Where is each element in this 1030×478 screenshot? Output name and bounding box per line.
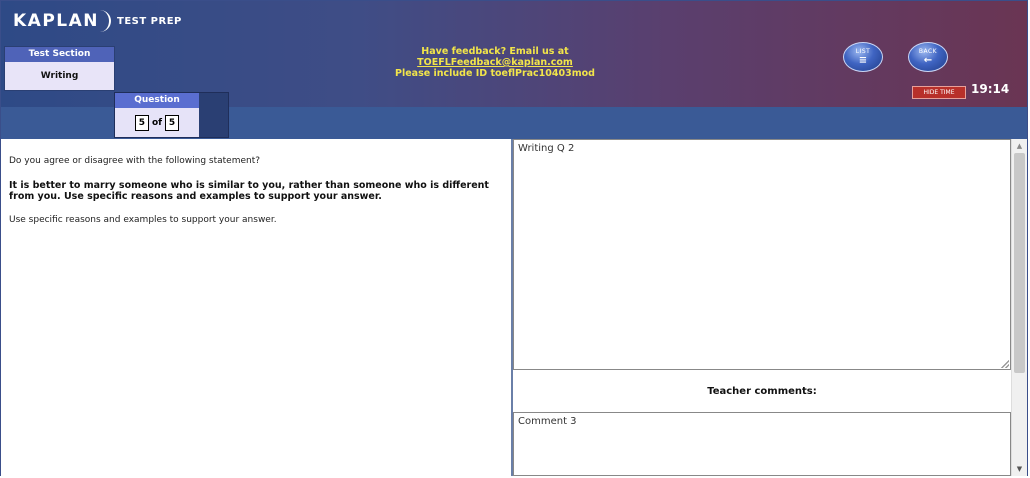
scroll-thumb[interactable] xyxy=(1014,153,1025,373)
question-intro: Do you agree or disagree with the follow… xyxy=(9,156,261,166)
question-total: 5 xyxy=(165,114,180,131)
test-section-value: Writing xyxy=(5,62,114,90)
teacher-comments-label: Teacher comments: xyxy=(707,386,817,397)
question-statement: It is better to marry someone who is sim… xyxy=(9,180,489,202)
back-button-label: BACK xyxy=(918,48,938,55)
list-button[interactable]: LIST ≡ xyxy=(843,42,883,72)
logo-brand: KAPLAN xyxy=(9,10,112,32)
test-section-header: Test Section xyxy=(5,47,114,62)
arrow-left-icon: ← xyxy=(923,55,933,66)
question-number-box: Question Number 5 of 5 xyxy=(114,92,229,138)
question-instruction: Use specific reasons and examples to sup… xyxy=(9,215,277,225)
answer-textarea[interactable]: Writing Q 2 xyxy=(513,139,1011,370)
feedback-line1: Have feedback? Email us at xyxy=(421,46,569,57)
feedback-line3: Please include ID toeflPrac10403mod xyxy=(395,68,595,79)
scroll-down-icon[interactable]: ▼ xyxy=(1012,462,1027,476)
question-pane: Do you agree or disagree with the follow… xyxy=(1,139,511,476)
kaplan-logo: KAPLAN TEST PREP xyxy=(9,9,182,33)
scroll-up-icon[interactable]: ▲ xyxy=(1012,139,1027,153)
feedback-email-link[interactable]: TOEFLFeedback@kaplan.com xyxy=(300,57,690,68)
vertical-scrollbar[interactable]: ▲ ▼ xyxy=(1011,139,1027,476)
logo-tagline: TEST PREP xyxy=(117,15,182,27)
back-button[interactable]: BACK ← xyxy=(908,42,948,72)
teacher-comment-box[interactable]: Comment 3 xyxy=(513,412,1011,476)
question-number-header: Question Number xyxy=(115,93,199,120)
question-current: 5 xyxy=(134,114,149,131)
test-section-box: Test Section Writing xyxy=(4,46,115,91)
resize-handle-icon[interactable] xyxy=(1001,360,1009,368)
timer-display: 19:14 xyxy=(971,82,1010,96)
question-number-body: 5 of 5 xyxy=(115,108,199,137)
question-of-label: of xyxy=(151,117,163,128)
answer-text: Writing Q 2 xyxy=(518,143,575,154)
hide-time-button[interactable]: HIDE TIME xyxy=(912,86,966,99)
list-icon: ≡ xyxy=(858,55,868,66)
list-button-label: LIST xyxy=(855,48,871,55)
feedback-notice: Have feedback? Email us at TOEFLFeedback… xyxy=(300,46,690,79)
teacher-comment-text: Comment 3 xyxy=(518,416,577,427)
